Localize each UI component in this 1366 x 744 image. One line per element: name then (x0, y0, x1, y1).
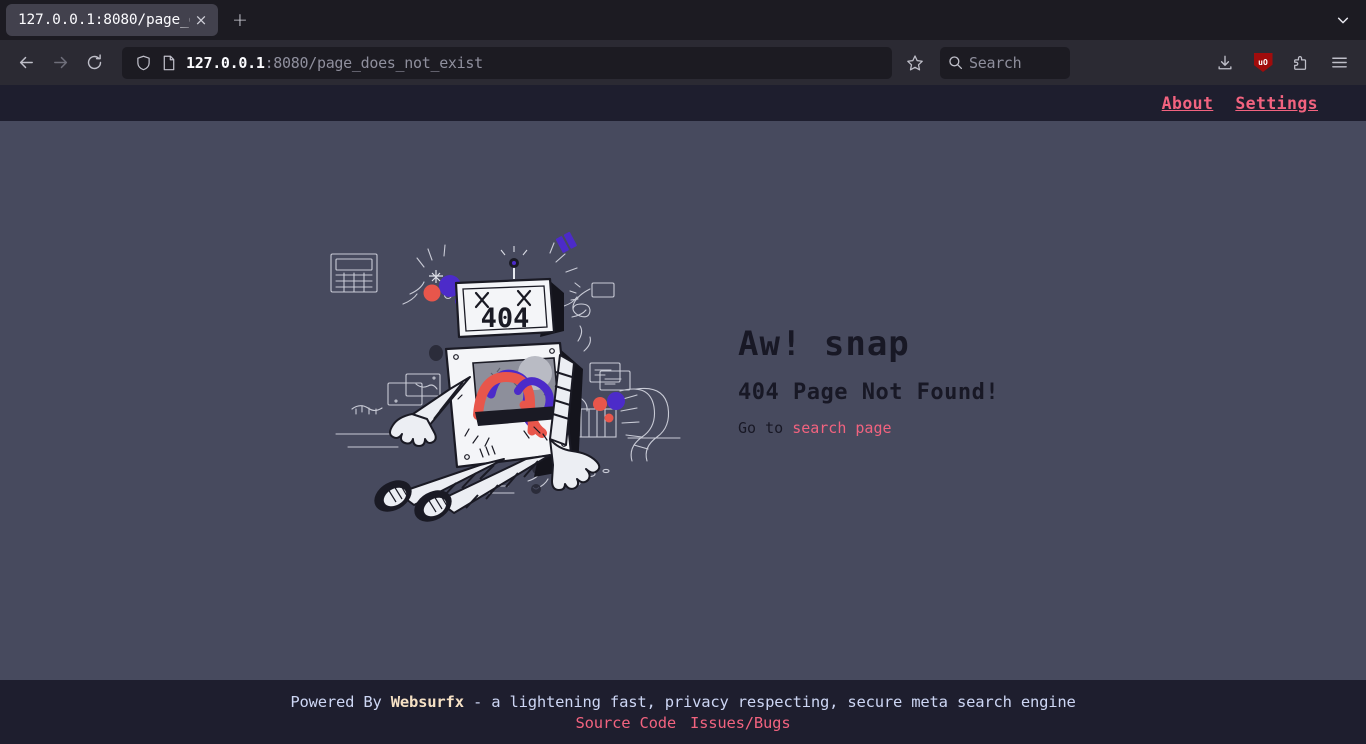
download-icon (1218, 55, 1232, 69)
url-bar[interactable]: 127.0.0.1:8080/page_does_not_exist (122, 46, 892, 79)
ublock-origin-button[interactable]: uO (1246, 47, 1280, 79)
forward-arrow-icon (53, 56, 67, 69)
search-box[interactable]: Search (940, 46, 1070, 79)
hamburger-menu-icon (1331, 57, 1347, 68)
back-arrow-icon (19, 56, 33, 69)
reload-button[interactable] (78, 47, 110, 79)
footer-links: Source Code Issues/Bugs (576, 714, 791, 732)
footer-tagline: Powered By Websurfx - a lightening fast,… (290, 692, 1076, 711)
close-icon[interactable]: × (190, 9, 212, 31)
url-host: 127.0.0.1 (186, 53, 265, 72)
footer-brand: Websurfx (390, 692, 464, 711)
go-to-prefix: Go to (738, 419, 793, 437)
reload-icon (87, 54, 101, 70)
tab-strip: 127.0.0.1:8080/page_does_not_exist × + (0, 0, 1366, 40)
page-info-icon[interactable] (156, 53, 182, 73)
tab-title: 127.0.0.1:8080/page_does_not_exist (18, 12, 190, 28)
nav-link-settings[interactable]: Settings (1235, 94, 1318, 113)
forward-button[interactable] (44, 47, 76, 79)
page-title: Aw! snap (738, 324, 910, 364)
footer-description: - a lightening fast, privacy respecting,… (463, 692, 1076, 711)
url-text: 127.0.0.1:8080/page_does_not_exist (186, 54, 483, 72)
search-icon (948, 55, 963, 70)
chevron-down-icon (1337, 17, 1349, 24)
back-button[interactable] (10, 47, 42, 79)
browser-window: 127.0.0.1:8080/page_does_not_exist × + (0, 0, 1366, 744)
url-path: :8080/page_does_not_exist (264, 53, 484, 72)
broken-robot-404-illustration: 404 (328, 231, 688, 531)
go-to-search-line: Go to search page (738, 419, 1038, 437)
error-content: 404 Aw! snap 404 Page Not Found! Go to s… (0, 121, 1366, 680)
search-placeholder: Search (969, 53, 1022, 72)
error-text-block: Aw! snap 404 Page Not Found! Go to searc… (738, 324, 1038, 437)
new-tab-button[interactable]: + (224, 4, 256, 36)
page-viewport: About Settings 404 Aw! snap 404 Page Not… (0, 85, 1366, 744)
extensions-icon (1294, 55, 1307, 70)
footer-prefix: Powered By (290, 692, 391, 711)
bookmark-button[interactable] (900, 48, 930, 78)
footer-link-issues-bugs[interactable]: Issues/Bugs (690, 714, 791, 732)
site-header: About Settings (0, 85, 1366, 121)
error-subtitle: 404 Page Not Found! (738, 380, 1000, 405)
browser-tab[interactable]: 127.0.0.1:8080/page_does_not_exist × (6, 4, 218, 36)
shield-icon[interactable] (130, 53, 156, 73)
toolbar-actions: uO (1208, 47, 1356, 79)
robot-head-404-text: 404 (481, 303, 530, 334)
browser-toolbar: 127.0.0.1:8080/page_does_not_exist Searc… (0, 40, 1366, 85)
star-icon (907, 54, 923, 70)
list-all-tabs-button[interactable] (1330, 8, 1356, 32)
extensions-button[interactable] (1284, 47, 1318, 79)
search-page-link[interactable]: search page (792, 419, 891, 437)
ublock-origin-icon: uO (1253, 53, 1273, 72)
nav-link-about[interactable]: About (1162, 94, 1214, 113)
downloads-button[interactable] (1208, 47, 1242, 79)
site-footer: Powered By Websurfx - a lightening fast,… (0, 680, 1366, 744)
app-menu-button[interactable] (1322, 47, 1356, 79)
footer-link-source-code[interactable]: Source Code (576, 714, 677, 732)
